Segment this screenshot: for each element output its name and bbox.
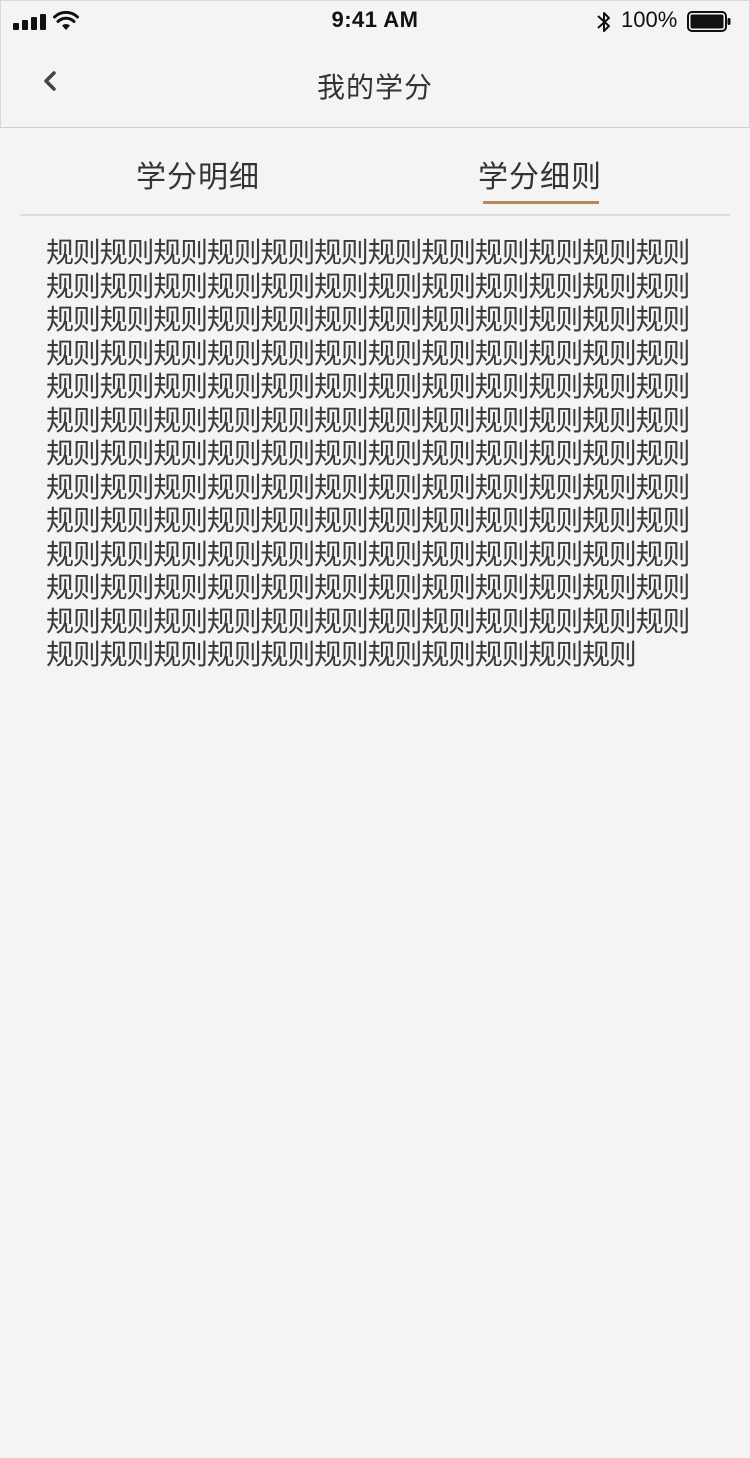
tab-label: 学分细则 — [478, 160, 602, 195]
tab-credit-rules[interactable]: 学分细则 — [420, 128, 660, 214]
tab-credit-details[interactable]: 学分明细 — [78, 128, 318, 214]
rules-content: 规则规则规则规则规则规则规则规则规则规则规则规则规则规则规则规则规则规则规则规则… — [46, 236, 690, 671]
active-tab-indicator — [483, 201, 599, 204]
nav-bar: 我的学分 — [0, 40, 750, 128]
bluetooth-icon — [597, 12, 610, 32]
tab-label: 学分明细 — [136, 160, 260, 195]
status-bar: 9:41 AM 100% — [0, 0, 750, 40]
battery-percent: 100% — [621, 7, 678, 32]
battery-icon — [687, 11, 731, 32]
page-title: 我的学分 — [316, 71, 433, 104]
tab-bar: 学分明细 学分细则 — [20, 128, 730, 216]
